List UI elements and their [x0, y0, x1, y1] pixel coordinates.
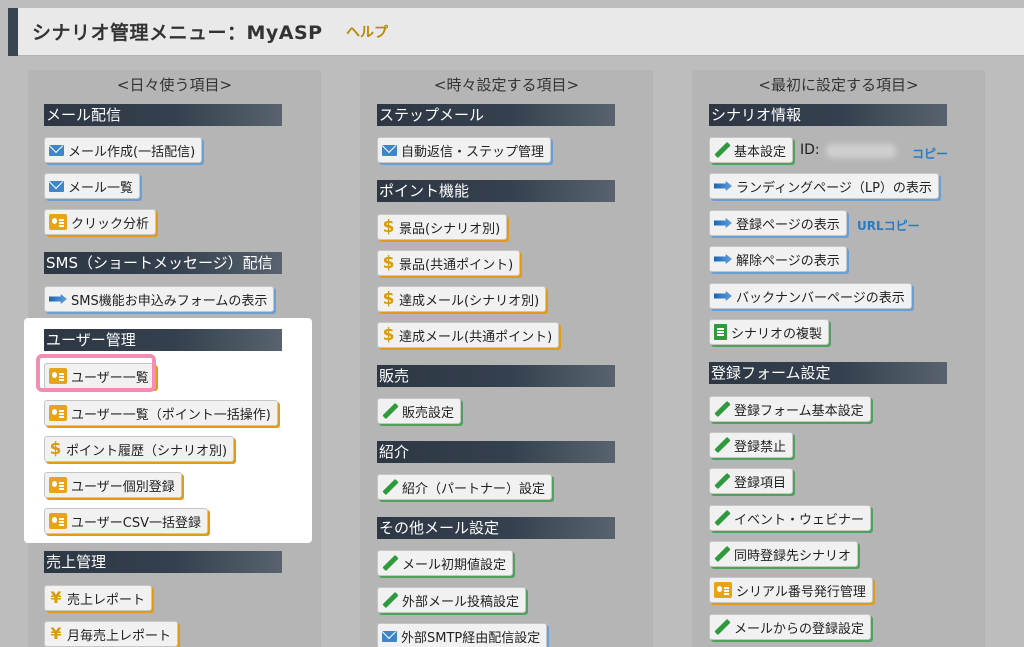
mail-register-settings-button[interactable]: メールからの登録設定: [709, 614, 872, 640]
arrow-right-icon: [714, 181, 732, 191]
arrow-right-icon: [49, 294, 67, 304]
register-page-button[interactable]: 登録ページの表示: [709, 210, 847, 236]
sales-report-button[interactable]: ¥ 売上レポート: [44, 585, 153, 611]
header-accent-bar: [8, 8, 18, 56]
page-title: シナリオ管理メニュー：MyASP: [32, 22, 323, 44]
section-form-settings: 登録フォーム設定: [709, 362, 947, 384]
user-card-icon: [49, 477, 67, 493]
mail-initial-button[interactable]: メール初期値設定: [377, 550, 514, 576]
mail-icon: [382, 630, 397, 642]
duplicate-scenario-button[interactable]: シナリオの複製: [709, 319, 830, 345]
form-basic-button[interactable]: 登録フォーム基本設定: [709, 396, 871, 422]
external-mail-button[interactable]: 外部メール投稿設定: [377, 587, 527, 613]
register-ban-button[interactable]: 登録禁止: [709, 432, 794, 458]
achieve-scenario-button[interactable]: $ 達成メール(シナリオ別): [377, 286, 547, 312]
section-sales: 売上管理: [44, 551, 282, 573]
section-point-feature: ポイント機能: [377, 180, 615, 202]
user-register-button[interactable]: ユーザー個別登録: [44, 472, 182, 498]
cancel-page-button[interactable]: 解除ページの表示: [709, 246, 847, 272]
basic-settings-button[interactable]: 基本設定: [709, 137, 794, 163]
mail-create-button[interactable]: メール作成(一括配信): [44, 137, 203, 163]
mail-icon: [49, 144, 64, 156]
user-card-icon: [714, 582, 732, 598]
serial-number-button[interactable]: シリアル番号発行管理: [709, 577, 873, 603]
section-user-management: ユーザー管理: [44, 329, 282, 351]
pencil-icon: [382, 479, 398, 495]
scenario-id-blurred: [826, 144, 896, 158]
section-sale: 販売: [377, 365, 615, 387]
pencil-icon: [382, 592, 398, 608]
pencil-icon: [714, 142, 730, 158]
sms-form-button[interactable]: SMS機能お申込みフォームの表示: [44, 286, 275, 312]
auto-reply-button[interactable]: 自動返信・ステップ管理: [377, 137, 552, 163]
pencil-icon: [714, 510, 730, 526]
register-items-button[interactable]: 登録項目: [709, 468, 794, 494]
dollar-icon: $: [382, 289, 395, 309]
pencil-icon: [714, 401, 730, 417]
section-other-mail: その他メール設定: [377, 517, 615, 539]
user-card-icon: [49, 214, 67, 230]
column-first-title: <最初に設定する項目>: [758, 76, 919, 94]
simultaneous-scenario-button[interactable]: 同時登録先シナリオ: [709, 541, 859, 567]
points-history-button[interactable]: $ ポイント履歴（シナリオ別): [44, 436, 235, 462]
pencil-icon: [714, 619, 730, 635]
click-analysis-button[interactable]: クリック分析: [44, 209, 157, 235]
document-icon: [714, 324, 727, 340]
user-card-icon: [49, 513, 67, 529]
yen-icon: ¥: [50, 588, 62, 607]
user-list-points-button[interactable]: ユーザー一覧（ポイント一括操作): [44, 400, 278, 426]
mail-icon: [382, 144, 397, 156]
pencil-icon: [714, 437, 730, 453]
dollar-icon: $: [49, 439, 62, 459]
user-card-icon: [49, 405, 67, 421]
backnumber-page-button[interactable]: バックナンバーページの表示: [709, 283, 912, 309]
section-scenario-info: シナリオ情報: [709, 104, 947, 126]
arrow-right-icon: [714, 291, 732, 301]
section-mail-delivery: メール配信: [44, 104, 282, 126]
scenario-id-label: ID:: [800, 142, 820, 158]
arrow-right-icon: [714, 218, 732, 228]
yen-icon: ¥: [50, 624, 62, 643]
arrow-right-icon: [714, 254, 732, 264]
dollar-icon: $: [382, 253, 395, 273]
prize-common-button[interactable]: $ 景品(共通ポイント): [377, 250, 521, 276]
prize-scenario-button[interactable]: $ 景品(シナリオ別): [377, 214, 508, 240]
event-webinar-button[interactable]: イベント・ウェビナー: [709, 505, 872, 531]
monthly-sales-button[interactable]: ¥ 月毎売上レポート: [44, 621, 179, 647]
mail-icon: [49, 180, 64, 192]
partner-settings-button[interactable]: 紹介（パートナー）設定: [377, 474, 553, 500]
highlight-frame: [36, 354, 156, 392]
column-daily-title: <日々使う項目>: [116, 76, 233, 94]
mail-list-button[interactable]: メール一覧: [44, 173, 141, 199]
dollar-icon: $: [382, 217, 395, 237]
url-copy-link[interactable]: URLコピー: [857, 217, 920, 234]
page-header: シナリオ管理メニュー：MyASP ヘルプ: [8, 8, 1024, 56]
copy-id-link[interactable]: コピー: [912, 145, 948, 162]
pencil-icon: [382, 403, 398, 419]
sale-settings-button[interactable]: 販売設定: [377, 398, 462, 424]
user-csv-button[interactable]: ユーザーCSV一括登録: [44, 508, 208, 534]
lp-display-button[interactable]: ランディングページ（LP）の表示: [709, 173, 939, 199]
external-smtp-button[interactable]: 外部SMTP経由配信設定: [377, 623, 548, 647]
section-intro: 紹介: [377, 441, 615, 463]
section-step-mail: ステップメール: [377, 104, 615, 126]
section-sms: SMS（ショートメッセージ）配信: [44, 252, 282, 274]
pencil-icon: [714, 546, 730, 562]
dollar-icon: $: [382, 325, 395, 345]
pencil-icon: [714, 473, 730, 489]
column-sometimes-title: <時々設定する項目>: [433, 76, 580, 94]
help-link[interactable]: ヘルプ: [346, 22, 388, 42]
pencil-icon: [382, 555, 398, 571]
achieve-common-button[interactable]: $ 達成メール(共通ポイント): [377, 322, 560, 348]
